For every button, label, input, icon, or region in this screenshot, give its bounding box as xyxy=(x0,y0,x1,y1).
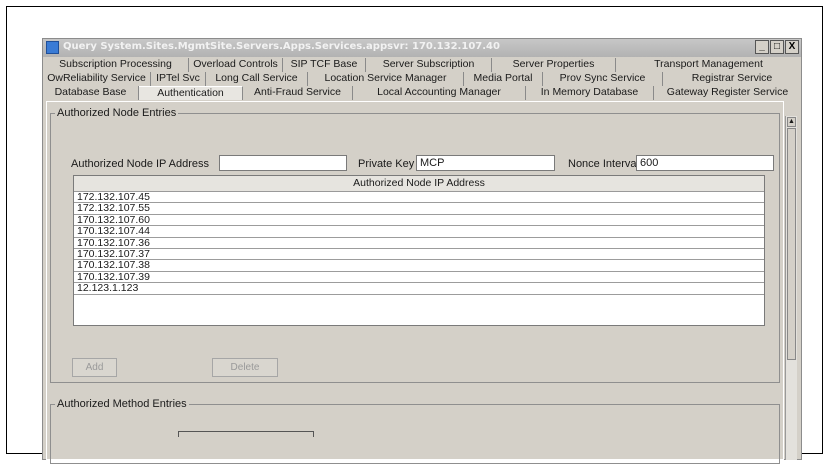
nonce-interval-input[interactable] xyxy=(636,155,774,171)
tab-database-base[interactable]: Database Base xyxy=(43,86,139,100)
table-row[interactable]: 172.132.107.55 xyxy=(74,203,764,215)
table-empty-area xyxy=(74,295,764,325)
ip-address-input[interactable] xyxy=(219,155,347,171)
tab-server-subscription[interactable]: Server Subscription xyxy=(366,58,492,72)
tab-local-accounting-manager[interactable]: Local Accounting Manager xyxy=(353,86,526,100)
tab-row-2: OwReliability Service IPTel Svc Long Cal… xyxy=(43,72,801,86)
tab-registrar-service[interactable]: Registrar Service xyxy=(663,72,801,86)
scroll-thumb[interactable] xyxy=(787,128,796,360)
authorized-method-group: Authorized Method Entries xyxy=(50,398,780,464)
title-bar[interactable]: Query System.Sites.MgmtSite.Servers.Apps… xyxy=(43,39,801,57)
delete-button[interactable]: Delete xyxy=(212,358,278,377)
app-icon xyxy=(46,41,59,54)
table-row[interactable]: 170.132.107.37 xyxy=(74,248,764,261)
tab-row-3: Database Base Authentication Anti-Fraud … xyxy=(43,86,801,100)
window-controls: _ □ X xyxy=(755,40,799,54)
private-key-label: Private Key xyxy=(358,158,415,170)
scroll-up-arrow-icon[interactable]: ▲ xyxy=(787,117,796,127)
tab-row-1: Subscription Processing Overload Control… xyxy=(43,58,801,72)
ip-address-label: Authorized Node IP Address xyxy=(71,158,209,170)
table-row[interactable]: 170.132.107.36 xyxy=(74,237,764,249)
tab-overload-controls[interactable]: Overload Controls xyxy=(189,58,283,72)
table-header[interactable]: Authorized Node IP Address xyxy=(74,176,764,192)
table-row[interactable]: 172.132.107.45 xyxy=(74,191,764,204)
private-key-input[interactable] xyxy=(416,155,555,171)
tab-prov-sync-service[interactable]: Prov Sync Service xyxy=(543,72,663,86)
tab-media-portal[interactable]: Media Portal xyxy=(464,72,543,86)
tab-server-properties[interactable]: Server Properties xyxy=(492,58,616,72)
tab-strip: Subscription Processing Overload Control… xyxy=(43,58,801,100)
maximize-button[interactable]: □ xyxy=(770,40,784,54)
tab-subscription-processing[interactable]: Subscription Processing xyxy=(43,58,189,72)
vertical-scrollbar[interactable]: ▲ xyxy=(785,116,797,460)
tab-gateway-register-service[interactable]: Gateway Register Service xyxy=(654,86,801,100)
add-button[interactable]: Add xyxy=(72,358,117,377)
table-row[interactable]: 12.123.1.123 xyxy=(74,282,764,295)
table-row[interactable]: 170.132.107.60 xyxy=(74,214,764,227)
authorized-node-legend: Authorized Node Entries xyxy=(55,107,179,119)
nonce-interval-label: Nonce Interval xyxy=(568,158,639,170)
tab-owreliability-service[interactable]: OwReliability Service xyxy=(43,72,151,86)
table-row[interactable]: 170.132.107.38 xyxy=(74,260,764,272)
table-row[interactable]: 170.132.107.39 xyxy=(74,271,764,284)
tab-in-memory-database[interactable]: In Memory Database xyxy=(526,86,654,100)
table-row[interactable]: 170.132.107.44 xyxy=(74,225,764,238)
tab-iptel-svc[interactable]: IPTel Svc xyxy=(151,72,206,86)
close-button[interactable]: X xyxy=(785,40,799,54)
authorized-node-table: Authorized Node IP Address 172.132.107.4… xyxy=(73,175,765,326)
authentication-panel: Authorized Node Entries Authorized Node … xyxy=(46,101,784,464)
tab-anti-fraud-service[interactable]: Anti-Fraud Service xyxy=(243,86,353,100)
tab-sip-tcf-base[interactable]: SIP TCF Base xyxy=(283,58,366,72)
method-field-cut[interactable] xyxy=(178,431,314,437)
tab-authentication[interactable]: Authentication xyxy=(139,86,243,100)
tab-long-call-service[interactable]: Long Call Service xyxy=(206,72,308,86)
minimize-button[interactable]: _ xyxy=(755,40,769,54)
window-title: Query System.Sites.MgmtSite.Servers.Apps… xyxy=(63,41,500,52)
tab-transport-management[interactable]: Transport Management xyxy=(616,58,801,72)
tab-location-service-manager[interactable]: Location Service Manager xyxy=(308,72,464,86)
authorized-method-legend: Authorized Method Entries xyxy=(55,398,189,410)
